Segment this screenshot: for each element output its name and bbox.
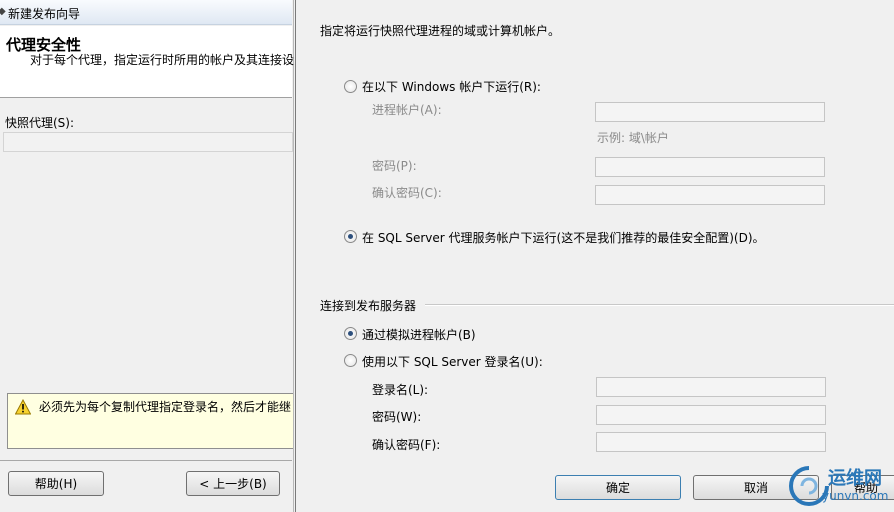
run-as-sql-agent-label[interactable]: 在 SQL Server 代理服务帐户下运行(这不是我们推荐的最佳安全配置)(D… [362,229,765,246]
sql-login-label[interactable]: 使用以下 SQL Server 登录名(U): [362,353,543,370]
impersonate-label[interactable]: 通过模拟进程帐户(B) [362,326,476,343]
warning-icon [15,399,31,415]
snapshot-agent-label: 快照代理(S): [5,116,75,130]
watermark-text-cn: 运维网 [828,468,882,489]
login-name-label: 登录名(L): [372,383,429,397]
sql-password-input[interactable] [596,405,826,425]
warning-message: 必须先为每个复制代理指定登录名，然后才能继 [7,393,293,449]
account-example-text: 示例: 域\帐户 [597,131,669,145]
connect-publisher-group-label: 连接到发布服务器 [320,299,417,313]
back-button[interactable]: < 上一步(B) [186,471,280,496]
sql-confirm-password-label: 确认密码(F): [372,438,441,452]
dialog-heading: 指定将运行快照代理进程的域或计算机帐户。 [320,24,561,38]
run-as-sql-agent-radio[interactable] [344,230,357,243]
login-name-input[interactable] [596,377,826,397]
windows-confirm-password-label: 确认密码(C): [372,186,442,200]
new-publication-wizard: ◆ 新建发布向导 代理安全性 对于每个代理，指定运行时所用的帐户及其连接设 快照… [0,0,294,512]
process-account-input[interactable] [595,102,825,122]
site-watermark: 运维网 yunvn.com [788,463,894,512]
wizard-app-icon: ◆ [0,6,6,17]
ok-button[interactable]: 确定 [555,475,681,500]
help-button[interactable]: 帮助(H) [8,471,104,496]
snapshot-agent-security-dialog: 指定将运行快照代理进程的域或计算机帐户。 在以下 Windows 帐户下运行(R… [295,0,894,512]
page-subtitle: 对于每个代理，指定运行时所用的帐户及其连接设 [30,53,295,67]
footer-divider [0,460,292,461]
watermark-text-en: yunvn.com [822,489,889,503]
sql-login-radio[interactable] [344,354,357,367]
windows-password-label: 密码(P): [372,159,417,173]
snapshot-agent-field[interactable] [3,132,293,152]
sql-confirm-password-input[interactable] [596,432,826,452]
wizard-titlebar: ◆ 新建发布向导 [0,0,292,25]
wizard-title: 新建发布向导 [8,7,81,21]
impersonate-radio[interactable] [344,327,357,340]
run-as-windows-label[interactable]: 在以下 Windows 帐户下运行(R): [362,78,541,95]
wizard-header: 代理安全性 对于每个代理，指定运行时所用的帐户及其连接设 [0,26,295,98]
group-divider [425,304,894,305]
run-as-windows-radio[interactable] [344,80,357,93]
warning-text: 必须先为每个复制代理指定登录名，然后才能继 [39,400,292,414]
windows-password-input[interactable] [595,157,825,177]
process-account-label: 进程帐户(A): [372,103,442,117]
sql-password-label: 密码(W): [372,410,422,424]
windows-confirm-password-input[interactable] [595,185,825,205]
